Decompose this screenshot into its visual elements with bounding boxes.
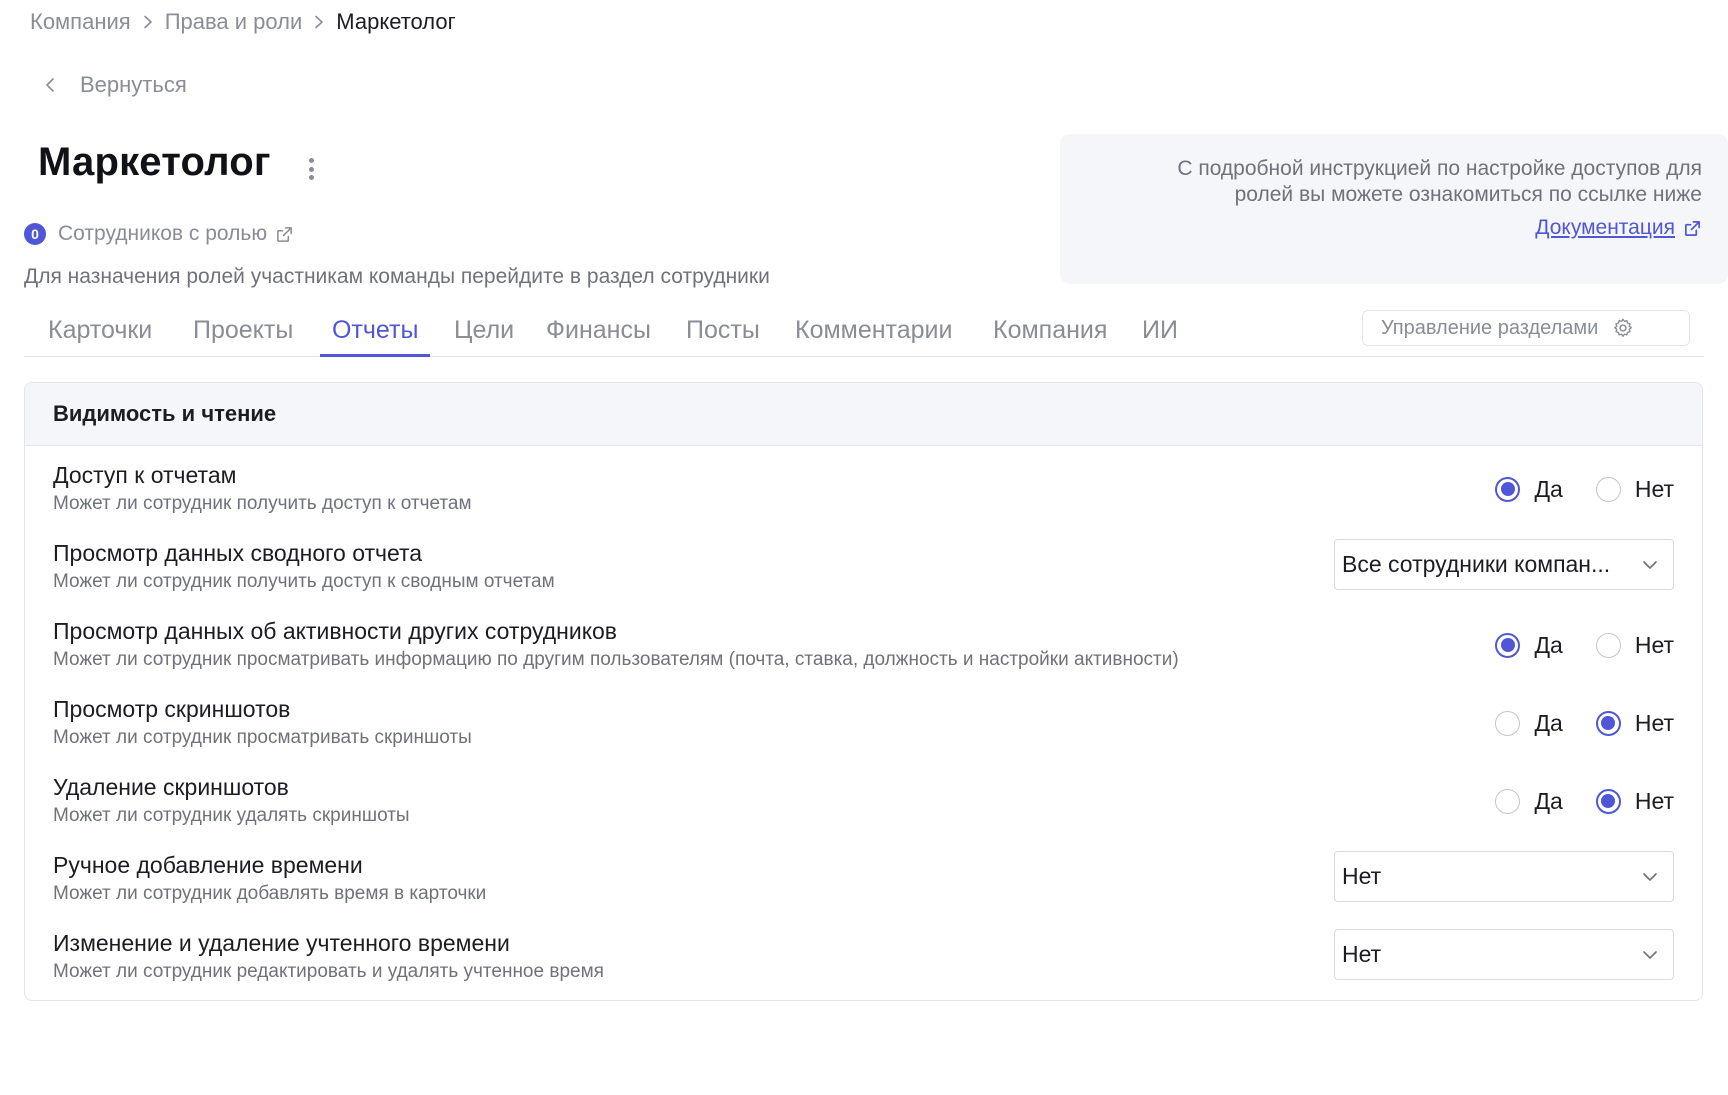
radio-label: Да (1534, 787, 1563, 814)
radio-label: Да (1534, 709, 1563, 736)
permission-title: Просмотр скриншотов (53, 696, 291, 722)
tab-ai[interactable]: ИИ (1130, 310, 1190, 357)
tab-reports[interactable]: Отчеты (320, 310, 431, 357)
summary-report-access-select[interactable]: Все сотрудники компан... (1334, 539, 1674, 590)
more-options-icon[interactable] (302, 154, 320, 184)
radio-no[interactable]: Нет (1595, 475, 1674, 503)
radio-button[interactable] (1495, 710, 1521, 736)
permission-description: Может ли сотрудник получить доступ к сво… (53, 571, 555, 592)
external-link-icon (275, 225, 294, 244)
radio-label: Да (1534, 631, 1563, 658)
documentation-info-box: С подробной инструкцией по настройке дос… (1060, 134, 1728, 284)
back-link[interactable]: Вернуться (44, 70, 187, 100)
employees-with-role-link[interactable]: 0 Сотрудников с ролью (24, 221, 294, 247)
permission-title: Просмотр данных об активности других сот… (53, 618, 618, 644)
permission-row: Удаление скриншотов Может ли сотрудник у… (25, 774, 1702, 852)
manage-sections-button[interactable]: Управление разделами (1362, 310, 1690, 346)
permission-row: Просмотр данных об активности других сот… (25, 618, 1702, 696)
tab-cards[interactable]: Карточки (36, 310, 164, 357)
chevron-right-icon (131, 15, 165, 29)
employee-count-badge: 0 (24, 223, 46, 245)
radio-button[interactable] (1595, 476, 1621, 502)
permission-description: Может ли сотрудник удалять скриншоты (53, 805, 410, 826)
breadcrumb: Компания Права и роли Маркетолог (30, 8, 456, 36)
documentation-link-label: Документация (1535, 216, 1675, 239)
tab-posts[interactable]: Посты (674, 310, 772, 357)
tab-goals[interactable]: Цели (442, 310, 526, 357)
chevron-left-icon (46, 78, 54, 92)
permission-row: Доступ к отчетам Может ли сотрудник полу… (25, 462, 1702, 540)
radio-button[interactable] (1495, 788, 1521, 814)
permission-description: Может ли сотрудник редактировать и удаля… (53, 961, 604, 982)
radio-button[interactable] (1495, 476, 1521, 502)
tab-company[interactable]: Компания (981, 310, 1119, 357)
role-settings-page: Компания Права и роли Маркетолог Вернуть… (0, 0, 1728, 1095)
page-title: Маркетолог (38, 140, 271, 184)
tab-comments[interactable]: Комментарии (783, 310, 964, 357)
yes-no-radio-group: Да Нет (1495, 474, 1674, 504)
permission-title: Изменение и удаление учтенного времени (53, 930, 510, 956)
back-label: Вернуться (80, 72, 187, 97)
chevron-down-icon (1643, 950, 1657, 959)
select-value: Нет (1342, 941, 1382, 967)
external-link-icon (1684, 220, 1701, 236)
breadcrumb-current: Маркетолог (336, 9, 456, 34)
radio-yes[interactable]: Да (1495, 475, 1563, 503)
permission-description: Может ли сотрудник получить доступ к отч… (53, 493, 472, 514)
radio-yes[interactable]: Да (1495, 787, 1563, 815)
radio-label: Да (1534, 475, 1563, 502)
permission-row: Просмотр скриншотов Может ли сотрудник п… (25, 696, 1702, 774)
chevron-down-icon (1643, 872, 1657, 881)
documentation-link[interactable]: Документация (1535, 216, 1702, 240)
radio-button[interactable] (1595, 788, 1621, 814)
chevron-down-icon (1643, 560, 1657, 569)
radio-label: Нет (1634, 475, 1674, 502)
breadcrumb-roles[interactable]: Права и роли (165, 9, 303, 35)
radio-button[interactable] (1495, 632, 1521, 658)
yes-no-radio-group: Да Нет (1495, 786, 1674, 816)
radio-no[interactable]: Нет (1595, 787, 1674, 815)
permission-row: Просмотр данных сводного отчета Может ли… (25, 539, 1702, 618)
breadcrumb-company[interactable]: Компания (30, 9, 131, 35)
permission-title: Доступ к отчетам (53, 462, 237, 488)
permission-title: Ручное добавление времени (53, 852, 363, 878)
permission-description: Может ли сотрудник просматривать информа… (53, 649, 1179, 670)
yes-no-radio-group: Да Нет (1495, 630, 1674, 660)
radio-yes[interactable]: Да (1495, 709, 1563, 737)
select-value: Все сотрудники компан... (1342, 551, 1611, 577)
section-title: Видимость и чтение (25, 383, 1702, 446)
info-text-line-1: С подробной инструкцией по настройке дос… (1177, 157, 1702, 180)
radio-label: Нет (1634, 787, 1674, 814)
radio-no[interactable]: Нет (1595, 709, 1674, 737)
info-text-line-2: ролей вы можете ознакомиться по ссылке н… (1234, 183, 1702, 206)
employees-label: Сотрудников с ролью (58, 222, 268, 245)
permission-title: Удаление скриншотов (53, 774, 289, 800)
edit-tracked-time-select[interactable]: Нет (1334, 929, 1674, 980)
chevron-right-icon (302, 15, 336, 29)
select-value: Нет (1342, 863, 1382, 889)
radio-no[interactable]: Нет (1595, 631, 1674, 659)
permissions-card: Видимость и чтение Доступ к отчетам Може… (24, 382, 1703, 1001)
manage-sections-label: Управление разделами (1381, 316, 1599, 339)
manual-time-select[interactable]: Нет (1334, 851, 1674, 902)
permission-row: Ручное добавление времени Может ли сотру… (25, 851, 1702, 930)
permission-row: Изменение и удаление учтенного времени М… (25, 929, 1702, 1000)
radio-yes[interactable]: Да (1495, 631, 1563, 659)
permission-title: Просмотр данных сводного отчета (53, 540, 423, 566)
tab-finance[interactable]: Финансы (534, 310, 663, 357)
gear-icon (1614, 318, 1633, 337)
permission-description: Может ли сотрудник просматривать скриншо… (53, 727, 472, 748)
radio-button[interactable] (1595, 632, 1621, 658)
radio-button[interactable] (1595, 710, 1621, 736)
role-assignment-hint: Для назначения ролей участникам команды … (24, 265, 770, 288)
tab-projects[interactable]: Проекты (181, 310, 305, 357)
radio-label: Нет (1634, 631, 1674, 658)
yes-no-radio-group: Да Нет (1495, 708, 1674, 738)
permission-description: Может ли сотрудник добавлять время в кар… (53, 883, 487, 904)
radio-label: Нет (1634, 709, 1674, 736)
